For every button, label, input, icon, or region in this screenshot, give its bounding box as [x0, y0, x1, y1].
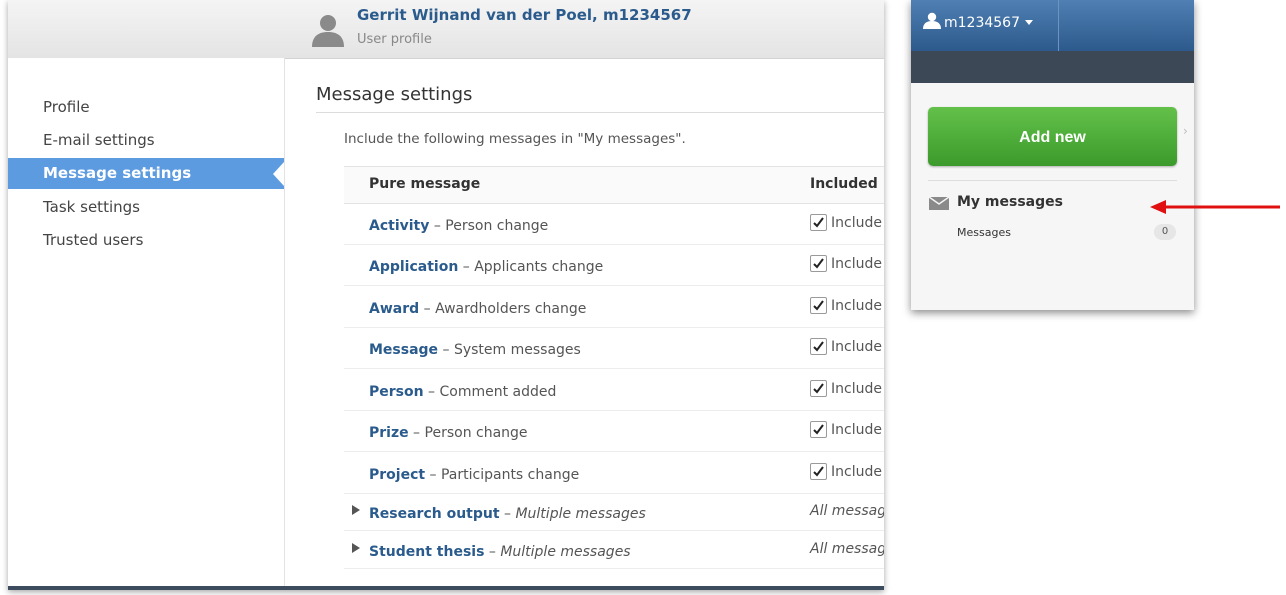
include-label: Include	[831, 422, 882, 438]
include-label: Include	[831, 381, 882, 397]
sidebar-item-trusted-users[interactable]: Trusted users	[8, 225, 284, 256]
user-avatar-icon	[312, 15, 344, 47]
row-category: Prize	[369, 425, 409, 441]
row-category: Message	[369, 342, 439, 358]
row-description: Participants change	[440, 467, 580, 483]
checkmark-icon	[813, 341, 824, 352]
red-pointer-arrow-icon	[1150, 200, 1280, 214]
sidebar-item-task-settings[interactable]: Task settings	[8, 192, 284, 223]
user-profile-window: Gerrit Wijnand van der Poel, m1234567 Us…	[8, 0, 884, 590]
chevron-down-icon	[1025, 20, 1033, 25]
include-checkbox[interactable]	[810, 380, 827, 397]
dark-toolbar	[911, 51, 1194, 83]
row-category: Application	[369, 259, 459, 275]
include-label: Include	[831, 215, 882, 231]
table-row: Activity – Person change Include	[344, 203, 884, 245]
row-description: Person change	[445, 218, 549, 234]
row-description: Awardholders change	[435, 301, 587, 317]
row-description: System messages	[453, 342, 581, 358]
add-new-button[interactable]: Add new	[928, 107, 1177, 166]
group-status: All messag	[810, 503, 884, 519]
table-group-row[interactable]: Student thesis – Multiple messages All m…	[344, 531, 884, 569]
table-row: Prize – Person change Include	[344, 410, 884, 452]
checkmark-icon	[813, 258, 824, 269]
checkmark-icon	[813, 300, 824, 311]
sidebar-item-profile[interactable]: Profile	[8, 92, 284, 123]
row-category: Project	[369, 467, 426, 483]
include-checkbox[interactable]	[810, 463, 827, 480]
user-menu-dropdown[interactable]: m1234567	[923, 12, 1033, 36]
table-row: Award – Awardholders change Include	[344, 286, 884, 328]
user-menu-label: m1234567	[944, 15, 1020, 31]
chevron-right-icon: ›	[1183, 124, 1188, 138]
top-user-bar: m1234567	[911, 0, 1194, 51]
expand-triangle-icon[interactable]	[352, 505, 360, 515]
include-checkbox[interactable]	[810, 297, 827, 314]
my-messages-heading: My messages	[957, 194, 1063, 210]
row-description: Multiple messages	[515, 506, 646, 522]
include-label: Include	[831, 464, 882, 480]
checkmark-icon	[813, 383, 824, 394]
column-header-included: Included	[810, 176, 878, 192]
row-description: Person change	[424, 425, 528, 441]
row-description: Comment added	[439, 384, 557, 400]
include-checkbox[interactable]	[810, 338, 827, 355]
include-checkbox[interactable]	[810, 255, 827, 272]
sidebar-item-message-settings[interactable]: Message settings	[8, 158, 284, 189]
title-divider	[316, 112, 884, 113]
sidebar-item-email-settings[interactable]: E-mail settings	[8, 125, 284, 156]
table-header: Pure message Included	[344, 166, 884, 204]
profile-subtitle: User profile	[357, 32, 432, 47]
row-category: Person	[369, 384, 424, 400]
table-row: Application – Applicants change Include	[344, 244, 884, 286]
envelope-icon	[929, 197, 949, 210]
page-title: Message settings	[316, 84, 473, 105]
row-category: Award	[369, 301, 420, 317]
checkmark-icon	[813, 466, 824, 477]
messages-link[interactable]: Messages	[957, 226, 1011, 239]
table-row: Person – Comment added Include	[344, 369, 884, 411]
settings-sidebar: Profile E-mail settings Message settings…	[8, 58, 284, 590]
user-icon	[923, 12, 941, 29]
checkmark-icon	[813, 217, 824, 228]
table-row: Message – System messages Include	[344, 327, 884, 369]
panel-divider	[928, 180, 1177, 181]
include-label: Include	[831, 339, 882, 355]
row-description: Applicants change	[474, 259, 604, 275]
messages-panel: m1234567 Add new › My messages Messages …	[911, 0, 1194, 310]
row-category: Research output	[369, 506, 500, 522]
sidebar-divider	[284, 58, 285, 590]
table-row: Project – Participants change Include	[344, 452, 884, 494]
include-label: Include	[831, 298, 882, 314]
include-checkbox[interactable]	[810, 214, 827, 231]
column-header-pure-message: Pure message	[369, 176, 481, 192]
profile-header: Gerrit Wijnand van der Poel, m1234567 Us…	[8, 0, 884, 59]
include-label: Include	[831, 256, 882, 272]
profile-user-name: Gerrit Wijnand van der Poel, m1234567	[357, 6, 692, 24]
window-bottom-bar	[8, 586, 884, 590]
checkmark-icon	[813, 424, 824, 435]
intro-text: Include the following messages in "My me…	[344, 131, 686, 147]
expand-triangle-icon[interactable]	[352, 543, 360, 553]
row-description: Multiple messages	[500, 544, 631, 560]
table-group-row[interactable]: Research output – Multiple messages All …	[344, 493, 884, 531]
group-status: All messag	[810, 541, 884, 557]
row-category: Student thesis	[369, 544, 485, 560]
row-category: Activity	[369, 218, 430, 234]
messages-count-badge: 0	[1154, 224, 1176, 240]
include-checkbox[interactable]	[810, 421, 827, 438]
